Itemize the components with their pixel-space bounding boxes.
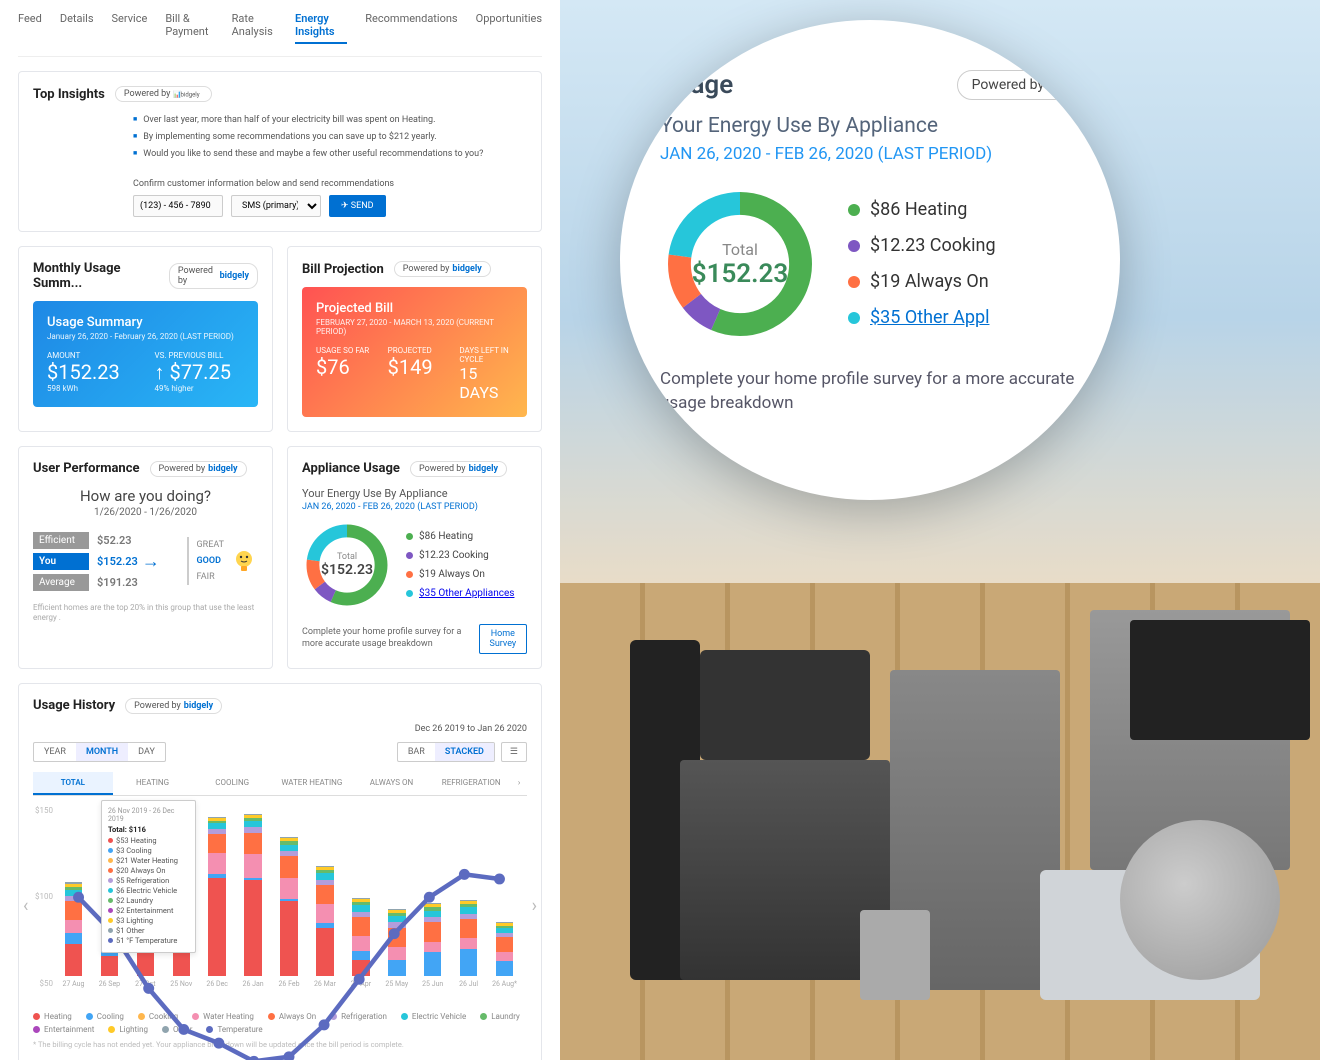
chart-mode-toggle[interactable]: BARSTACKED (397, 742, 495, 762)
phone-input[interactable] (133, 195, 223, 217)
chart-tooltip: 26 Nov 2019 - 26 Dec 2019 Total: $116 $5… (101, 800, 196, 953)
tab-rate-analysis[interactable]: Rate Analysis (232, 12, 277, 44)
tab-details[interactable]: Details (60, 12, 94, 44)
chart-next-icon[interactable]: › (532, 895, 537, 916)
channel-select[interactable]: SMS (primary) (231, 195, 321, 217)
user-performance-card: User PerformancePowered by bidgely How a… (18, 446, 273, 669)
tabs: Feed Details Service Bill & Payment Rate Ana… (18, 0, 542, 57)
insight-bullets: Over last year, more than half of your e… (133, 112, 527, 163)
chevron-right-icon[interactable]: › (511, 772, 527, 795)
home-survey-button[interactable]: Home Survey (479, 624, 527, 654)
appliance-legend: $86 Heating$12.23 Cooking$19 Always On$3… (406, 527, 514, 603)
granularity-toggle[interactable]: YEARMONTHDAY (33, 742, 166, 762)
appliance-donut: Total$152.23 (302, 520, 392, 610)
tab-recommendations[interactable]: Recommendations (365, 12, 457, 44)
send-button[interactable]: ✈ SEND (329, 195, 386, 217)
tab-opportunities[interactable]: Opportunities (476, 12, 542, 44)
top-insights-card: Top Insights Powered by 📊bidgely Over la… (18, 71, 542, 232)
zoom-legend: $86 Heating$12.23 Cooking$19 Always On$3… (848, 192, 996, 336)
usage-summary-card: Monthly Usage Summ...Powered by bidgely … (18, 246, 273, 431)
tab-energy-insights[interactable]: Energy Insights (295, 12, 347, 44)
appliance-usage-card: Appliance UsagePowered by bidgely Your E… (287, 446, 542, 669)
zoom-donut: Total$152.23 (660, 184, 820, 344)
chart-prev-icon[interactable]: ‹ (23, 895, 28, 916)
settings-icon[interactable]: ☰ (501, 742, 527, 762)
usage-history-card: Usage HistoryPowered by bidgely Dec 26 2… (18, 683, 542, 1060)
tab-service[interactable]: Service (112, 12, 148, 44)
powered-badge: Powered by 📊bidgely (115, 86, 213, 102)
bulb-icon (230, 547, 258, 575)
zoom-lens: Usage Powered by 📊 Your Energy Use By Ap… (620, 20, 1120, 500)
tab-feed[interactable]: Feed (18, 12, 42, 44)
svg-text:bidgely: bidgely (181, 91, 200, 98)
tab-bill-payment[interactable]: Bill & Payment (165, 12, 213, 44)
category-tabs[interactable]: TOTALHEATINGCOOLINGWATER HEATINGALWAYS O… (33, 772, 527, 796)
usage-history-chart: ‹ › $150$100$50 27 Aug26 Sep27 Oct25 Nov… (33, 806, 527, 1006)
usage-tile-title: Usage Summary (47, 315, 244, 330)
confirm-label: Confirm customer information below and s… (133, 179, 527, 189)
top-insights-title: Top Insights (33, 87, 105, 102)
bill-projection-card: Bill ProjectionPowered by bidgely Projec… (287, 246, 542, 431)
